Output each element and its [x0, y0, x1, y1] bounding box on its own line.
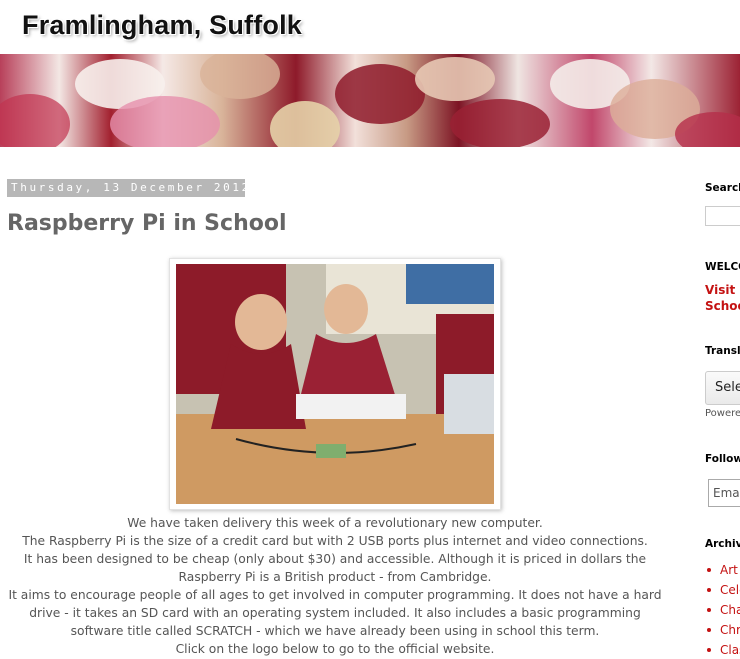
archive-item-label[interactable]: Art [720, 563, 738, 577]
archive-item-label[interactable]: Cha [720, 603, 740, 617]
post-title[interactable]: Raspberry Pi in School [7, 211, 287, 236]
bullet-icon [707, 608, 711, 612]
post-date-header: Thursday, 13 December 2012 [7, 179, 245, 197]
bullet-icon [707, 588, 711, 592]
classroom-photo [176, 264, 494, 504]
sidebar: Search WELCO Visit F Schoo Transla Sele … [705, 0, 740, 659]
welcome-link[interactable]: Schoo [705, 299, 740, 313]
blog-title[interactable]: Framlingham, Suffolk [22, 10, 302, 41]
search-heading: Search [705, 182, 740, 194]
post-paragraph: The Raspberry Pi is the size of a credit… [22, 534, 648, 548]
post-paragraph: drive - it takes an SD card with an oper… [29, 606, 641, 620]
powered-by-text: Powere [705, 408, 740, 419]
post-paragraph: It aims to encourage people of all ages … [8, 588, 662, 602]
language-select[interactable]: Sele [705, 371, 740, 405]
archive-item[interactable]: Clas [705, 643, 740, 659]
bullet-icon [707, 628, 711, 632]
header-banner-image [0, 54, 740, 147]
archive-item[interactable]: Art [705, 563, 740, 583]
archive-item[interactable]: Cha [705, 603, 740, 623]
follow-heading: Follow [705, 453, 740, 465]
post-paragraph: It has been designed to be cheap (only a… [23, 552, 647, 566]
archive-item-label[interactable]: Chr [720, 623, 740, 637]
archive-list: Art Cele Cha Chr Clas [705, 563, 740, 659]
archive-item-label[interactable]: Clas [720, 643, 740, 657]
search-input[interactable] [705, 206, 740, 226]
translate-heading: Transla [705, 345, 740, 357]
post-paragraph: software title called SCRATCH - which we… [70, 624, 600, 638]
archive-item[interactable]: Chr [705, 623, 740, 643]
archive-heading: Archive [705, 538, 740, 550]
archive-item[interactable]: Cele [705, 583, 740, 603]
welcome-heading: WELCO [705, 261, 740, 273]
bullet-icon [707, 648, 711, 652]
post-paragraph: We have taken delivery this week of a re… [127, 516, 543, 530]
welcome-link[interactable]: Visit F [705, 283, 740, 297]
post-paragraph: Raspberry Pi is a British product - from… [178, 570, 492, 584]
email-input[interactable]: Emai [708, 479, 740, 507]
bullet-icon [707, 568, 711, 572]
post-photo[interactable] [169, 258, 501, 510]
archive-item-label[interactable]: Cele [720, 583, 740, 597]
post-paragraph: Click on the logo below to go to the off… [175, 642, 495, 656]
post-body: We have taken delivery this week of a re… [0, 514, 670, 658]
